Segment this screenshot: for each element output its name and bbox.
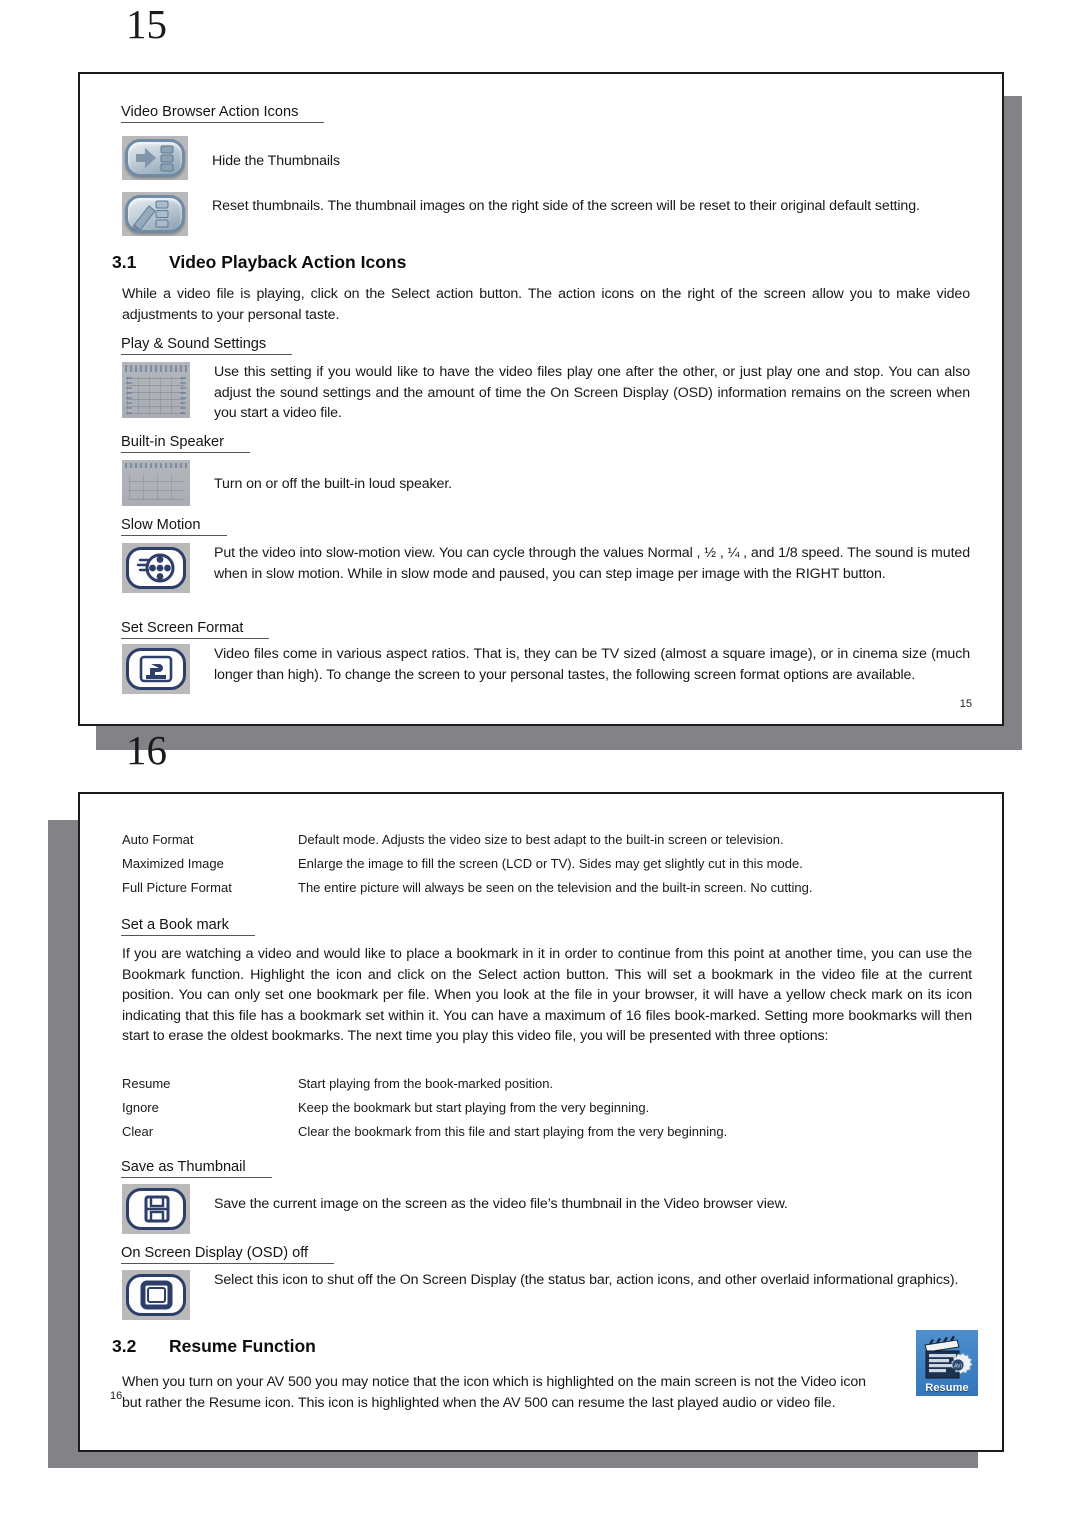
bookmark-description: If you are watching a video and would li… (122, 946, 972, 1045)
svg-text:AVI: AVI (954, 1364, 962, 1370)
osd-off-description: Select this icon to shut off the On Scre… (214, 1272, 959, 1288)
floppy-disk-glyph (144, 1195, 170, 1223)
section-title-3-1: Video Playback Action Icons (169, 252, 407, 272)
section-heading-3-1: 3.1 Video Playback Action Icons (112, 252, 406, 273)
set-screen-format-icon[interactable] (122, 644, 190, 694)
heading-set-screen-format: Set Screen Format (121, 620, 270, 639)
section-number-3-2: 3.2 (112, 1336, 137, 1356)
manual-page-15: Video Browser Action Icons Hide the Thum… (78, 72, 1004, 726)
bookmark-option-desc: Keep the bookmark but start playing from… (298, 1100, 650, 1115)
format-option-term: Auto Format (122, 832, 194, 847)
slow-motion-icon[interactable] (122, 543, 190, 593)
table-row: Ignore Keep the bookmark but start playi… (122, 1100, 972, 1115)
heading-video-browser-action-icons: Video Browser Action Icons (121, 104, 325, 123)
section-heading-3-2: 3.2 Resume Function (112, 1336, 316, 1357)
slow-motion-description: Put the video into slow-motion view. You… (214, 545, 970, 582)
section-number-3-1: 3.1 (112, 252, 137, 272)
play-sound-settings-description: Use this setting if you would like to ha… (214, 364, 970, 422)
table-row: Maximized Image Enlarge the image to fil… (122, 856, 972, 871)
built-in-speaker-description: Turn on or off the built-in loud speaker… (214, 476, 453, 492)
table-row: Resume Start playing from the book-marke… (122, 1076, 972, 1091)
heading-save-as-thumbnail: Save as Thumbnail (121, 1159, 272, 1178)
bookmark-option-term: Resume (122, 1076, 171, 1091)
bookmark-option-term: Clear (122, 1124, 154, 1139)
hide-thumbnails-glyph (136, 145, 174, 172)
screen-format-options-table: Auto Format Default mode. Adjusts the vi… (122, 832, 972, 904)
bookmark-option-term: Ignore (122, 1100, 159, 1115)
screen-format-glyph (139, 655, 173, 683)
save-thumbnail-icon[interactable] (122, 1184, 190, 1234)
resume-tile-icon[interactable]: AVI Resume (916, 1330, 978, 1396)
osd-off-icon[interactable] (122, 1270, 190, 1320)
page-number-16: 16 (126, 727, 167, 773)
heading-slow-motion: Slow Motion (121, 517, 227, 536)
heading-play-sound-settings: Play & Sound Settings (121, 336, 293, 355)
bookmark-option-desc: Start playing from the book-marked posit… (298, 1076, 554, 1091)
heading-set-a-bookmark: Set a Book mark (121, 917, 255, 936)
section-title-3-2: Resume Function (169, 1336, 316, 1356)
heading-built-in-speaker: Built-in Speaker (121, 434, 251, 453)
table-row: Auto Format Default mode. Adjusts the vi… (122, 832, 972, 847)
reset-thumbnails-description: Reset thumbnails. The thumbnail images o… (212, 198, 920, 214)
built-in-speaker-screenshot[interactable] (122, 460, 190, 506)
osd-screen-glyph (140, 1280, 173, 1310)
hide-thumbnails-description: Hide the Thumbnails (212, 153, 340, 169)
section-3-2-text: When you turn on your AV 500 you may not… (122, 1374, 866, 1411)
save-thumbnail-description: Save the current image on the screen as … (214, 1196, 788, 1212)
format-option-desc: The entire picture will always be seen o… (298, 880, 813, 895)
bookmark-options-table: Resume Start playing from the book-marke… (122, 1076, 972, 1148)
play-sound-settings-screenshot[interactable] (122, 362, 190, 418)
set-screen-format-description: Video files come in various aspect ratio… (214, 646, 970, 683)
section-3-1-intro: While a video file is playing, click on … (122, 286, 970, 323)
film-reel-glyph (136, 553, 175, 583)
format-option-term: Maximized Image (122, 856, 224, 871)
hide-thumbnails-icon[interactable] (122, 136, 188, 180)
table-row: Full Picture Format The entire picture w… (122, 880, 972, 895)
page-footer-16: 16 (110, 1390, 123, 1402)
reset-thumbnails-glyph (131, 200, 169, 231)
resume-tile-label: Resume (925, 1382, 969, 1394)
page-number-15: 15 (126, 1, 167, 47)
bookmark-option-desc: Clear the bookmark from this file and st… (298, 1124, 728, 1139)
heading-osd-off: On Screen Display (OSD) off (121, 1245, 335, 1264)
document-root: 15 Video Browser Action Icons Hide the T… (0, 0, 1080, 1528)
table-row: Clear Clear the bookmark from this file … (122, 1124, 972, 1139)
format-option-desc: Default mode. Adjusts the video size to … (298, 832, 784, 847)
page-footer-15: 15 (959, 698, 972, 710)
format-option-desc: Enlarge the image to fill the screen (LC… (298, 856, 803, 871)
reset-thumbnails-icon[interactable] (122, 192, 188, 236)
format-option-term: Full Picture Format (122, 880, 232, 895)
manual-page-16: Auto Format Default mode. Adjusts the vi… (78, 792, 1004, 1452)
